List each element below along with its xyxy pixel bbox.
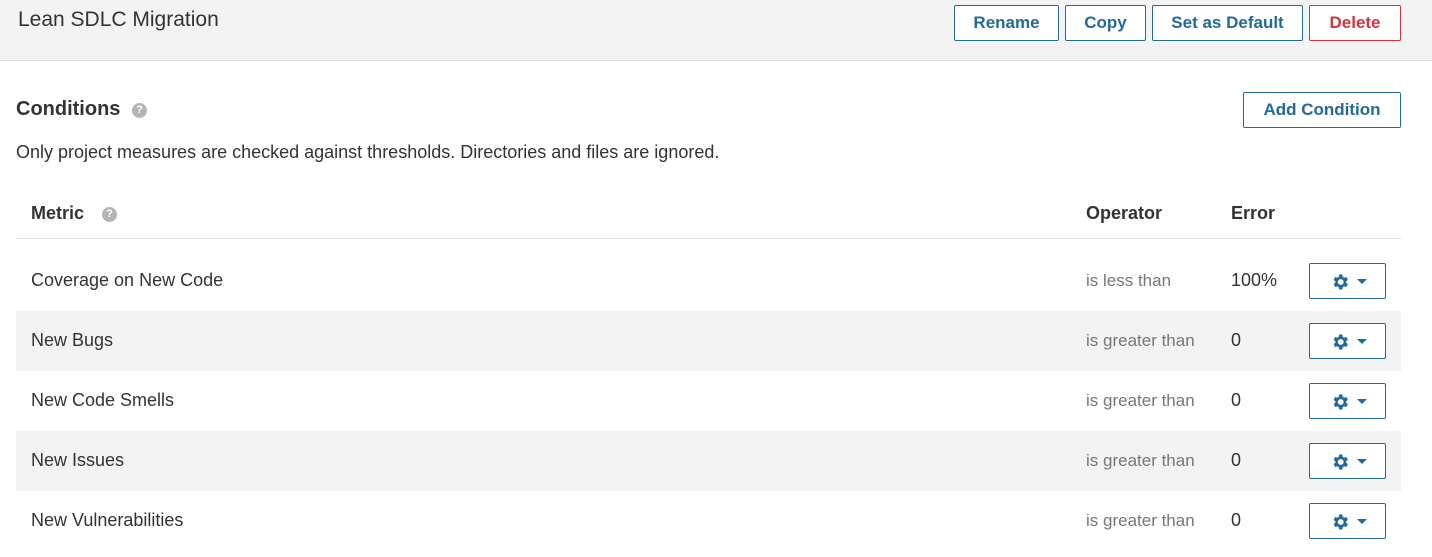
error-cell: 0 <box>1231 390 1242 410</box>
row-actions-button[interactable] <box>1309 263 1386 299</box>
gear-icon <box>1333 394 1348 410</box>
caret-down-icon <box>1357 519 1367 524</box>
table-row: New Code Smells is greater than 0 <box>16 371 1401 431</box>
metric-cell: New Code Smells <box>31 390 175 410</box>
gear-icon <box>1333 514 1348 530</box>
metric-cell: New Vulnerabilities <box>31 510 184 530</box>
error-cell: 0 <box>1231 330 1242 350</box>
conditions-help-icon[interactable]: ? <box>132 103 147 118</box>
row-actions-button[interactable] <box>1309 383 1386 419</box>
conditions-table-header: Metric ? Operator Error <box>16 190 1401 239</box>
table-row: New Vulnerabilities is greater than 0 <box>16 491 1401 551</box>
metric-help-icon[interactable]: ? <box>102 207 117 222</box>
table-row: Coverage on New Code is less than 100% <box>16 251 1401 311</box>
operator-cell: is greater than <box>1086 511 1195 530</box>
operator-cell: is less than <box>1086 271 1172 290</box>
caret-down-icon <box>1357 459 1367 464</box>
set-as-default-button[interactable]: Set as Default <box>1152 5 1303 41</box>
error-cell: 100% <box>1231 270 1278 290</box>
rename-button[interactable]: Rename <box>954 5 1059 41</box>
add-condition-button[interactable]: Add Condition <box>1243 92 1401 128</box>
metric-cell: Coverage on New Code <box>31 270 224 290</box>
table-row: New Bugs is greater than 0 <box>16 311 1401 371</box>
gear-icon <box>1333 274 1348 290</box>
operator-column-header: Operator <box>1086 203 1163 223</box>
caret-down-icon <box>1357 279 1367 284</box>
gear-icon <box>1333 334 1348 350</box>
page-header: Lean SDLC Migration Rename Copy Set as D… <box>0 0 1432 61</box>
caret-down-icon <box>1357 339 1367 344</box>
quality-gate-title: Lean SDLC Migration <box>18 8 219 31</box>
metric-cell: New Issues <box>31 450 125 470</box>
operator-cell: is greater than <box>1086 331 1195 350</box>
error-column-header: Error <box>1231 203 1276 223</box>
gear-icon <box>1333 454 1348 470</box>
metric-cell: New Bugs <box>31 330 114 350</box>
caret-down-icon <box>1357 399 1367 404</box>
conditions-description: Only project measures are checked agains… <box>16 142 720 162</box>
delete-button[interactable]: Delete <box>1309 5 1401 41</box>
error-cell: 0 <box>1231 510 1242 530</box>
table-row: New Issues is greater than 0 <box>16 431 1401 491</box>
error-cell: 0 <box>1231 450 1242 470</box>
row-actions-button[interactable] <box>1309 323 1386 359</box>
conditions-heading: Conditions <box>16 98 121 120</box>
copy-button[interactable]: Copy <box>1065 5 1146 41</box>
operator-cell: is greater than <box>1086 451 1195 470</box>
operator-cell: is greater than <box>1086 391 1195 410</box>
row-actions-button[interactable] <box>1309 443 1386 479</box>
metric-column-header: Metric <box>31 203 85 223</box>
row-actions-button[interactable] <box>1309 503 1386 539</box>
